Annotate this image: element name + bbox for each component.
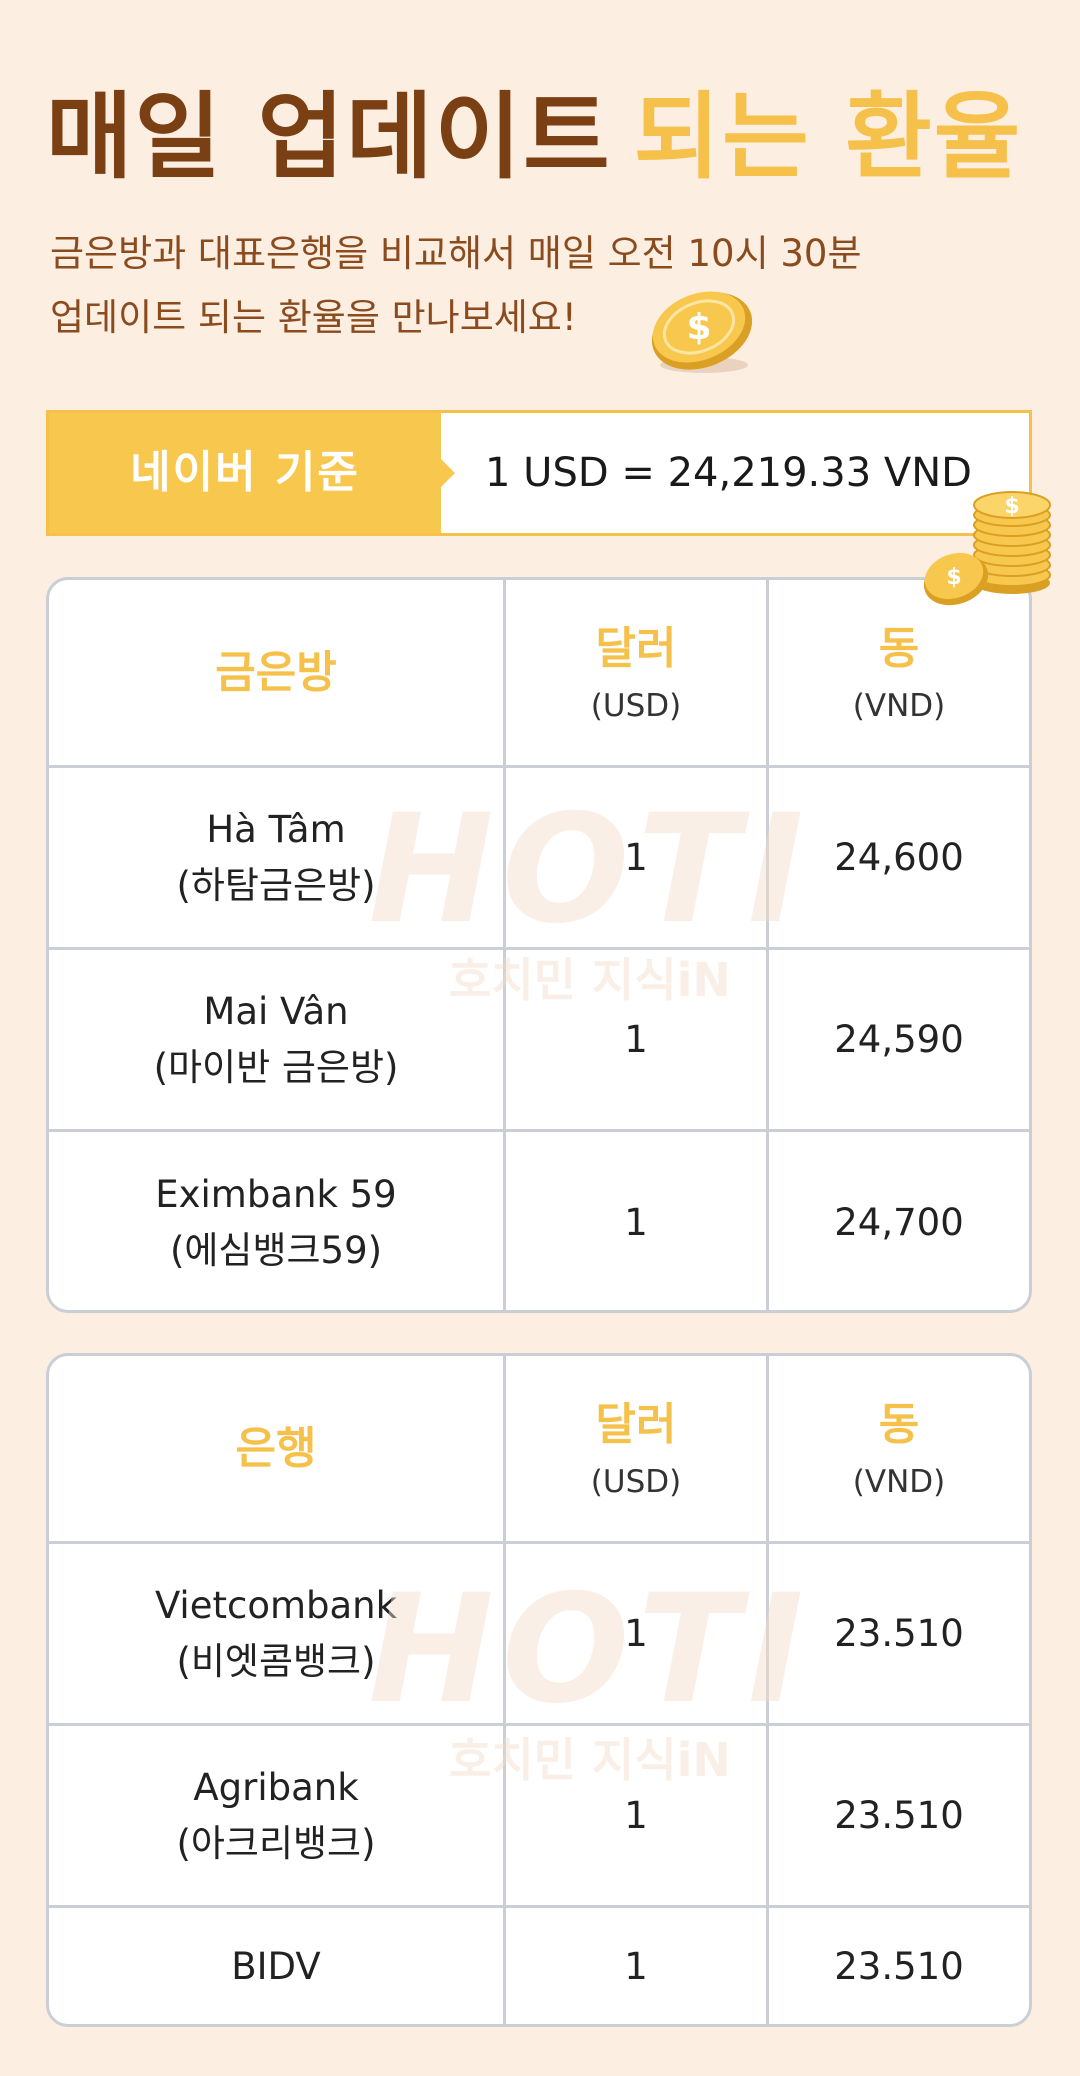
table-header-row: 은행 달러 (USD) 동 (VND) (49, 1356, 1029, 1544)
table-row: Vietcombank (비엣콤뱅크) 1 23.510 (49, 1544, 1029, 1726)
usd-cell: 1 (506, 768, 769, 947)
table-header-row: 금은방 달러 (USD) 동 (VND) (49, 580, 1029, 768)
svg-text:$: $ (1004, 494, 1019, 519)
svg-text:$: $ (946, 565, 961, 590)
shop-name-cell: Eximbank 59 (에심뱅크59) (49, 1132, 506, 1310)
usd-cell: 1 (506, 1544, 769, 1723)
vnd-cell: 23.510 (834, 1945, 964, 1988)
shop-name-cell: Mai Vân (마이반 금은방) (49, 950, 506, 1129)
title-part-2: 되는 환율 (633, 83, 1023, 192)
header-usd: 달러 (USD) (506, 1356, 769, 1541)
usd-cell: 1 (506, 950, 769, 1129)
usd-cell: 1 (506, 1726, 769, 1905)
coin-icon: $ (651, 291, 753, 373)
bank-name-cell: BIDV (49, 1908, 506, 2024)
gold-shop-rate-table: 금은방 달러 (USD) 동 (VND) Hà Tâm (하탐금은방) 1 24… (46, 577, 1032, 1313)
svg-text:$: $ (686, 307, 711, 348)
coin-stack-icon: $ $ (923, 491, 1051, 606)
header-bank: 은행 (49, 1356, 506, 1541)
page-title: 매일 업데이트 되는 환율 (46, 78, 1046, 198)
vnd-cell: 24,590 (834, 1017, 964, 1061)
subtitle-line-2: 업데이트 되는 환율을 만나보세요! (50, 296, 577, 339)
page-subtitle: 금은방과 대표은행을 비교해서 매일 오전 10시 30분 업데이트 되는 환율… (50, 222, 1010, 350)
table-row: BIDV 1 23.510 (49, 1908, 1029, 2024)
vnd-cell: 24,600 (834, 835, 964, 879)
header-vnd: 동 (VND) (852, 1398, 946, 1500)
vnd-cell: 23.510 (834, 1611, 964, 1655)
table-row: Hà Tâm (하탐금은방) 1 24,600 (49, 768, 1029, 950)
shop-name-cell: Hà Tâm (하탐금은방) (49, 768, 506, 947)
rate-source-label: 네이버 기준 (49, 413, 455, 533)
header-usd: 달러 (USD) (506, 580, 769, 765)
bank-name-cell: Agribank (아크리뱅크) (49, 1726, 506, 1905)
header-shop: 금은방 (49, 580, 506, 765)
rate-value: 1 USD = 24,219.33 VND (485, 450, 972, 496)
table-row: Mai Vân (마이반 금은방) 1 24,590 (49, 950, 1029, 1132)
subtitle-line-1: 금은방과 대표은행을 비교해서 매일 오전 10시 30분 (50, 232, 862, 275)
title-part-1: 매일 업데이트 (46, 83, 612, 192)
usd-cell: 1 (506, 1132, 769, 1310)
usd-cell: 1 (506, 1908, 769, 2024)
bank-name-cell: Vietcombank (비엣콤뱅크) (49, 1544, 506, 1723)
table-row: Agribank (아크리뱅크) 1 23.510 (49, 1726, 1029, 1908)
vnd-cell: 24,700 (834, 1201, 964, 1244)
vnd-cell: 23.510 (834, 1793, 964, 1837)
exchange-rate-bar: 네이버 기준 1 USD = 24,219.33 VND (46, 410, 1032, 536)
bank-rate-table: 은행 달러 (USD) 동 (VND) Vietcombank (비엣콤뱅크) … (46, 1353, 1032, 2027)
table-row: Eximbank 59 (에심뱅크59) 1 24,700 (49, 1132, 1029, 1310)
